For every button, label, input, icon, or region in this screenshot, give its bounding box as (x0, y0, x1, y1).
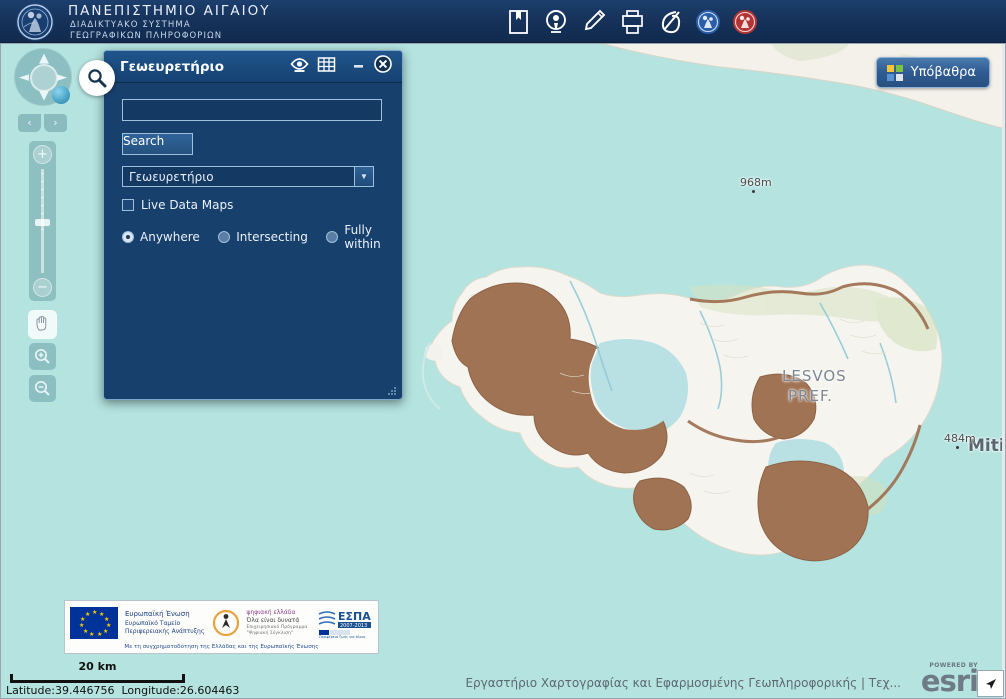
funding-banner-logos: ★ ★ ★ ★ ★ ★ ★ ★ ★ ★ ★ Ευρωπαϊκή Ένωση Ευ… (70, 604, 373, 642)
dialog-body: Search Γεωευρετήριο ▼ Live Data Maps Any… (104, 83, 402, 399)
elevation-point-484 (956, 446, 959, 449)
university-seal-icon (8, 2, 62, 42)
digital-sub2: Επιχειρησιακό Πρόγραμμα "Ψηφιακή Σύγκλισ… (246, 624, 308, 636)
svg-text:2007-2013: 2007-2013 (340, 623, 367, 629)
radio-fully-within[interactable] (326, 231, 339, 243)
collapse-arrow-icon[interactable] (977, 670, 1004, 697)
eu-funding-banner: ★ ★ ★ ★ ★ ★ ★ ★ ★ ★ ★ Ευρωπαϊκή Ένωση Ευ… (64, 600, 379, 654)
header-titles: ΠΑΝΕΠΙΣΤΗΜΙΟ ΑΙΓΑΙΟΥ ΔΙΑΔΙΚΤΥΑΚΟ ΣΥΣΤΗΜΑ… (68, 3, 270, 41)
grid-squares-icon (886, 64, 903, 81)
dialog-titlebar[interactable]: Γεωευρετήριο (104, 51, 402, 83)
radio-anywhere-label: Anywhere (140, 230, 200, 244)
latitude-value: 39.446756 (54, 684, 115, 697)
zoom-slider[interactable]: + − (29, 141, 56, 301)
red-seal-icon[interactable] (732, 9, 758, 35)
digital-title: ψηφιακή ελλάδα (246, 609, 296, 617)
globe-glyph (52, 86, 70, 104)
elevation-point-968 (752, 190, 755, 193)
svg-text:Περιφέρεια ζωής για όλους: Περιφέρεια ζωής για όλους (319, 635, 366, 639)
layer-select-value: Γεωευρετήριο (129, 169, 214, 184)
header-title-line3: ΓΕΩΓΡΑΦΙΚΩΝ ΠΛΗΡΟΦΟΡΙΩΝ (70, 31, 223, 41)
espa-logo: ΕΣΠΑ 2007-2013 Περιφέρεια ζωής για όλους (317, 607, 373, 639)
pencil-draw-icon[interactable] (581, 7, 608, 37)
digital-sub1: Όλα είναι δυνατά (246, 617, 300, 625)
resize-grip-icon[interactable] (386, 384, 398, 396)
close-icon[interactable] (374, 55, 392, 78)
longitude-label: Longitude: (121, 684, 180, 697)
dialog-title-text: Γεωευρετήριο (120, 58, 225, 75)
radio-intersecting-label: Intersecting (236, 230, 308, 244)
search-input[interactable] (122, 99, 382, 121)
pan-up-arrow[interactable]: ▲ (39, 52, 49, 65)
bookmark-icon[interactable] (505, 7, 532, 37)
zoom-in-magnifier-icon (34, 348, 50, 364)
digital-greece-icon (212, 608, 240, 638)
live-data-maps-label: Live Data Maps (141, 198, 234, 212)
header-title-line1: ΠΑΝΕΠΙΣΤΗΜΙΟ ΑΙΓΑΙΟΥ (68, 3, 271, 19)
search-magnifier-icon[interactable] (79, 60, 115, 96)
live-data-maps-checkbox[interactable] (122, 199, 134, 211)
search-button[interactable]: Search (122, 133, 193, 155)
pan-right-arrow[interactable]: ► (57, 71, 67, 84)
eu-flag-icon: ★ ★ ★ ★ ★ ★ ★ ★ ★ ★ ★ (70, 607, 118, 639)
map-right-edge (1002, 43, 1006, 699)
zoom-slider-thumb[interactable] (35, 219, 50, 226)
gis-application: ΠΑΝΕΠΙΣΤΗΜΙΟ ΑΙΓΑΙΟΥ ΔΙΑΔΙΚΤΥΑΚΟ ΣΥΣΤΗΜΑ… (0, 0, 1006, 699)
extent-history-row: ‹ › (14, 114, 72, 132)
eu-funding-text: Ευρωπαϊκή Ένωση Ευρωπαϊκό Ταμείο Περιφερ… (125, 610, 205, 637)
eye-visibility-icon[interactable] (290, 56, 309, 78)
next-extent-button[interactable]: › (44, 114, 67, 132)
pan-pad[interactable]: ▲ ▼ ◄ ► (14, 48, 72, 106)
basemap-button[interactable]: Υπόβαθρα (875, 57, 990, 88)
pan-mode-button[interactable] (29, 311, 56, 338)
live-data-maps-row[interactable]: Live Data Maps (122, 198, 388, 212)
blue-seal-icon[interactable] (695, 9, 721, 35)
zoom-out-magnifier-icon (34, 380, 50, 396)
latitude-label: Latitude: (6, 684, 55, 697)
radio-anywhere[interactable] (122, 231, 134, 243)
measure-icon[interactable] (657, 7, 684, 37)
basemap-button-label: Υπόβαθρα (910, 65, 976, 80)
scale-bar-line (10, 674, 185, 683)
header-toolbar (505, 4, 758, 40)
layer-select[interactable]: Γεωευρετήριο ▼ (122, 166, 374, 187)
table-grid-icon[interactable] (317, 56, 336, 78)
scale-bar: 20 km (10, 660, 185, 683)
identify-search-icon[interactable] (543, 7, 570, 37)
radio-intersecting[interactable] (218, 231, 231, 243)
longitude-value: 26.604463 (179, 684, 240, 697)
svg-text:ΕΣΠΑ: ΕΣΠΑ (338, 610, 371, 623)
scale-bar-label: 20 km (78, 660, 117, 673)
zoom-in-mode-button[interactable] (29, 343, 56, 370)
esri-wordmark: esri (920, 664, 979, 698)
zoom-out-mode-button[interactable] (29, 375, 56, 402)
pan-hand-icon (36, 315, 47, 331)
coordinate-readout: Latitude:39.446756 Longitude:26.604463 (6, 684, 239, 697)
zoom-in-button[interactable]: + (33, 145, 52, 164)
eu-title: Ευρωπαϊκή Ένωση (125, 609, 190, 618)
spatial-relation-radios: Anywhere Intersecting Fully within (122, 223, 388, 251)
pan-down-arrow[interactable]: ▼ (39, 89, 49, 102)
zoom-out-button[interactable]: − (33, 278, 52, 297)
radio-fully-within-label: Fully within (344, 223, 381, 251)
eu-subtitle: Ευρωπαϊκό Ταμείο Περιφερειακής Ανάπτυξης (125, 620, 205, 636)
previous-extent-button[interactable]: ‹ (18, 114, 41, 132)
map-attribution: Εργαστήριο Χαρτογραφίας και Εφαρμοσμένης… (465, 676, 901, 690)
header-title-line2: ΔΙΑΔΙΚΤΥΑΚΟ ΣΥΣΤΗΜΑ (70, 20, 191, 30)
esri-logo: POWERED BY esri (920, 662, 979, 698)
funding-banner-note: Με τη συγχρηματοδότηση της Ελλάδας και τ… (124, 644, 319, 650)
chevron-down-icon[interactable]: ▼ (354, 167, 373, 186)
digital-greece-text: ψηφιακή ελλάδα Όλα είναι δυνατά Επιχειρη… (247, 609, 310, 637)
minimize-icon[interactable] (352, 57, 366, 76)
print-icon[interactable] (619, 7, 646, 37)
map-mode-buttons (29, 311, 56, 402)
map-navigation-controls: ▲ ▼ ◄ ► ‹ › + − (14, 48, 74, 407)
pan-left-arrow[interactable]: ◄ (19, 71, 29, 84)
app-header: ΠΑΝΕΠΙΣΤΗΜΙΟ ΑΙΓΑΙΟΥ ΔΙΑΔΙΚΤΥΑΚΟ ΣΥΣΤΗΜΑ… (0, 0, 1006, 43)
geoindex-dialog[interactable]: Γεωευρετήριο Search Γεωευρετήριο ▼ Live … (79, 50, 403, 400)
